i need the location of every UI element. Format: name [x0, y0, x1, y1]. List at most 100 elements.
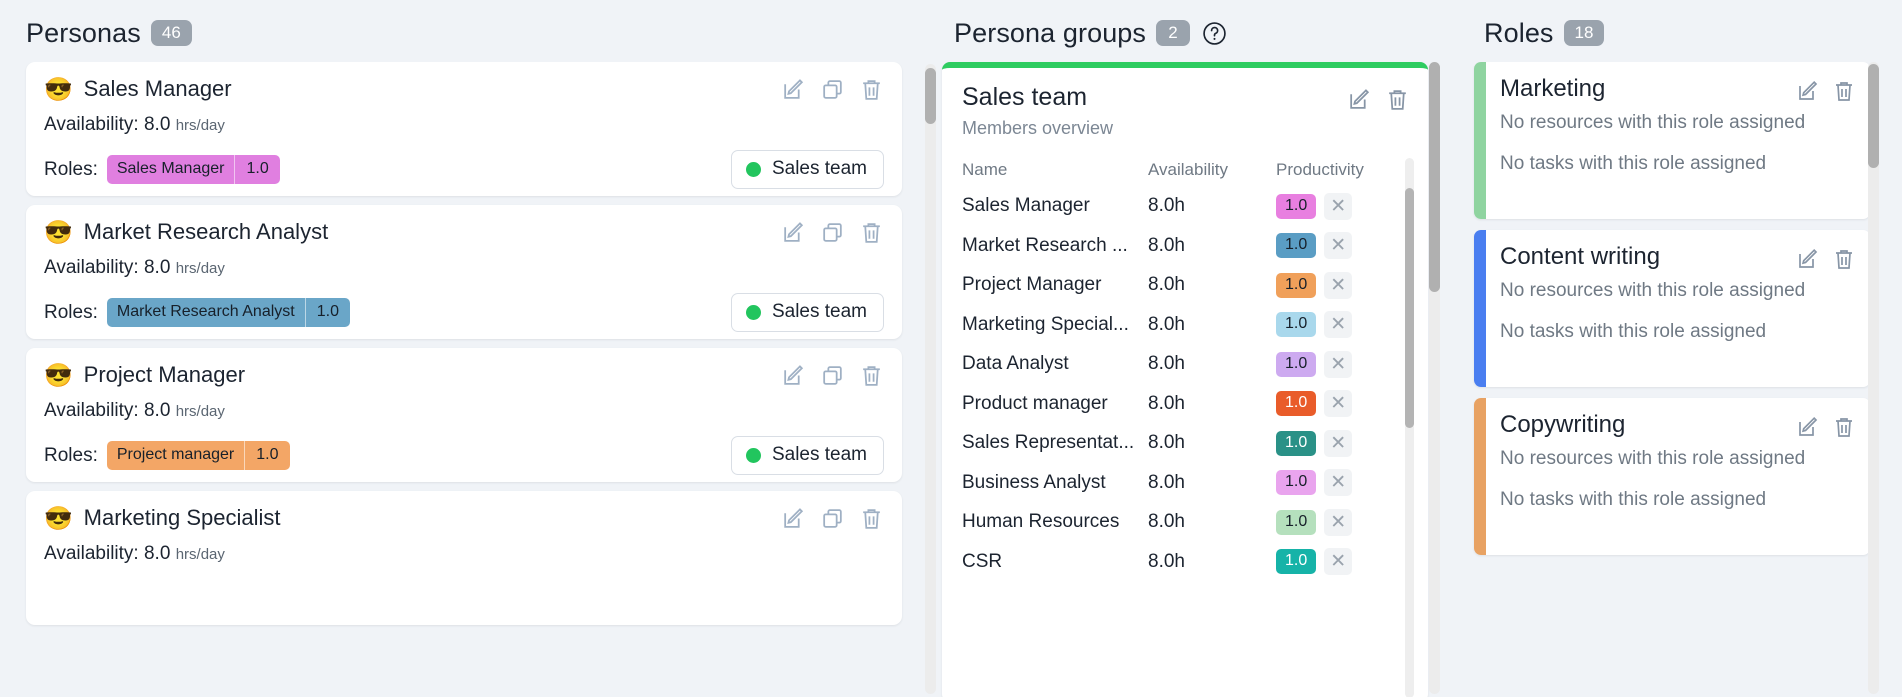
member-name: Sales Representat...	[962, 432, 1135, 454]
personas-roles-page: Personas 46 😎 Sales Manager Availability…	[0, 0, 1902, 697]
table-row[interactable]: Marketing Special... 8.0h 1.0 ✕	[962, 305, 1428, 345]
delete-icon[interactable]	[859, 506, 884, 531]
availability-unit: hrs/day	[175, 403, 225, 420]
team-pill[interactable]: Sales team	[730, 150, 884, 189]
edit-icon[interactable]	[1347, 87, 1372, 112]
help-circle-icon[interactable]	[1202, 21, 1227, 46]
close-icon[interactable]: ✕	[1324, 469, 1353, 497]
group-header-text: Sales team Members overview	[962, 83, 1114, 139]
availability-value: 8.0	[143, 543, 171, 564]
persona-availability: Availability: 8.0 hrs/day	[44, 257, 884, 279]
edit-icon[interactable]	[1796, 415, 1820, 439]
persona-card[interactable]: 😎 Market Research Analyst Availability: …	[26, 205, 902, 339]
team-pill[interactable]: Sales team	[730, 293, 884, 332]
role-card[interactable]: Marketing No resources with this role as…	[1474, 62, 1870, 219]
persona-availability: Availability: 8.0 hrs/day	[44, 400, 884, 422]
edit-icon[interactable]	[1796, 79, 1820, 103]
persona-card[interactable]: 😎 Marketing Specialist Availability: 8.0…	[26, 491, 902, 625]
persona-groups-count-badge: 2	[1156, 19, 1191, 47]
edit-icon[interactable]	[781, 77, 806, 102]
table-row[interactable]: Product manager 8.0h 1.0 ✕	[962, 384, 1428, 424]
delete-icon[interactable]	[859, 363, 884, 388]
persona-groups-list: Sales team Members overview Name Availab…	[940, 62, 1470, 697]
delete-icon[interactable]	[859, 220, 884, 245]
delete-icon[interactable]	[1832, 247, 1856, 271]
table-row[interactable]: Market Research ... 8.0h 1.0 ✕	[962, 226, 1428, 266]
productivity-chip: 1.0	[1276, 351, 1317, 377]
persona-group-card[interactable]: Sales team Members overview Name Availab…	[942, 62, 1428, 697]
team-pill[interactable]: Sales team	[730, 436, 884, 475]
avatar: 😎	[44, 361, 73, 388]
delete-icon[interactable]	[1832, 79, 1856, 103]
edit-icon[interactable]	[781, 220, 806, 245]
table-row[interactable]: CSR 8.0h 1.0 ✕	[962, 542, 1428, 582]
close-icon[interactable]: ✕	[1324, 192, 1353, 220]
availability-label: Availability:	[44, 400, 139, 421]
persona-card[interactable]: 😎 Sales Manager Availability: 8.0 hrs/da…	[26, 62, 902, 196]
roles-label: Roles:	[44, 301, 98, 323]
close-icon[interactable]: ✕	[1324, 429, 1353, 457]
close-icon[interactable]: ✕	[1324, 548, 1353, 576]
member-productivity-cell: 1.0 ✕	[1276, 469, 1376, 497]
persona-availability: Availability: 8.0 hrs/day	[44, 114, 884, 136]
close-icon[interactable]: ✕	[1324, 232, 1353, 260]
delete-icon[interactable]	[1832, 415, 1856, 439]
duplicate-icon[interactable]	[820, 220, 845, 245]
role-name: Copywriting	[1500, 411, 1626, 438]
role-name: Marketing	[1500, 75, 1606, 102]
member-name: CSR	[962, 550, 1003, 572]
table-row[interactable]: Human Resources 8.0h 1.0 ✕	[962, 503, 1428, 543]
table-row[interactable]: Project Manager 8.0h 1.0 ✕	[962, 266, 1428, 306]
member-availability: 8.0h	[1148, 550, 1185, 572]
personas-scrollbar-track[interactable]	[925, 64, 936, 694]
close-icon[interactable]: ✕	[1324, 311, 1353, 339]
role-chip-value: 1.0	[234, 155, 279, 184]
table-row[interactable]: Business Analyst 8.0h 1.0 ✕	[962, 463, 1428, 503]
member-productivity-cell: 1.0 ✕	[1276, 429, 1376, 457]
members-scrollbar-thumb[interactable]	[1405, 188, 1414, 428]
close-icon[interactable]: ✕	[1324, 271, 1353, 299]
edit-icon[interactable]	[781, 506, 806, 531]
delete-icon[interactable]	[1385, 87, 1410, 112]
avatar: 😎	[44, 504, 73, 531]
group-subtitle: Members overview	[962, 117, 1114, 138]
edit-icon[interactable]	[781, 363, 806, 388]
role-chip-value: 1.0	[304, 298, 350, 327]
productivity-chip: 1.0	[1276, 312, 1317, 338]
member-name: Human Resources	[962, 511, 1120, 533]
role-card[interactable]: Copywriting No resources with this role …	[1474, 398, 1870, 555]
roles-scrollbar-thumb[interactable]	[1868, 64, 1879, 168]
role-card[interactable]: Content writing No resources with this r…	[1474, 230, 1870, 387]
role-chip[interactable]: Market Research Analyst 1.0	[106, 298, 350, 327]
edit-icon[interactable]	[1796, 247, 1820, 271]
member-productivity-cell: 1.0 ✕	[1276, 390, 1376, 418]
persona-title-row: 😎 Project Manager	[44, 362, 884, 388]
member-availability: 8.0h	[1148, 392, 1185, 414]
personas-scrollbar-thumb[interactable]	[925, 68, 936, 124]
role-chip-name: Project manager	[116, 446, 235, 463]
duplicate-icon[interactable]	[820, 77, 845, 102]
member-availability: 8.0h	[1148, 432, 1185, 454]
persona-groups-header: Persona groups 2	[940, 0, 1470, 62]
persona-groups-column: Persona groups 2 Sales team Members over…	[940, 0, 1470, 697]
member-availability: 8.0h	[1148, 234, 1185, 256]
close-icon[interactable]: ✕	[1324, 350, 1353, 378]
duplicate-icon[interactable]	[820, 363, 845, 388]
table-row[interactable]: Sales Manager 8.0h 1.0 ✕	[962, 187, 1428, 227]
close-icon[interactable]: ✕	[1324, 390, 1353, 418]
role-chip[interactable]: Sales Manager 1.0	[106, 155, 280, 184]
team-status-dot	[745, 447, 761, 463]
persona-card[interactable]: 😎 Project Manager Availability: 8.0 hrs/…	[26, 348, 902, 482]
team-name: Sales team	[771, 301, 867, 322]
persona-availability: Availability: 8.0 hrs/day	[44, 543, 884, 565]
table-row[interactable]: Sales Representat... 8.0h 1.0 ✕	[962, 424, 1428, 464]
persona-groups-scrollbar-thumb[interactable]	[1429, 62, 1440, 292]
productivity-chip: 1.0	[1276, 233, 1317, 259]
roles-header: Roles 18	[1470, 0, 1902, 62]
delete-icon[interactable]	[859, 77, 884, 102]
role-chip[interactable]: Project manager 1.0	[106, 441, 290, 470]
duplicate-icon[interactable]	[820, 506, 845, 531]
table-row[interactable]: Data Analyst 8.0h 1.0 ✕	[962, 345, 1428, 385]
close-icon[interactable]: ✕	[1324, 508, 1353, 536]
member-productivity-cell: 1.0 ✕	[1276, 350, 1376, 378]
